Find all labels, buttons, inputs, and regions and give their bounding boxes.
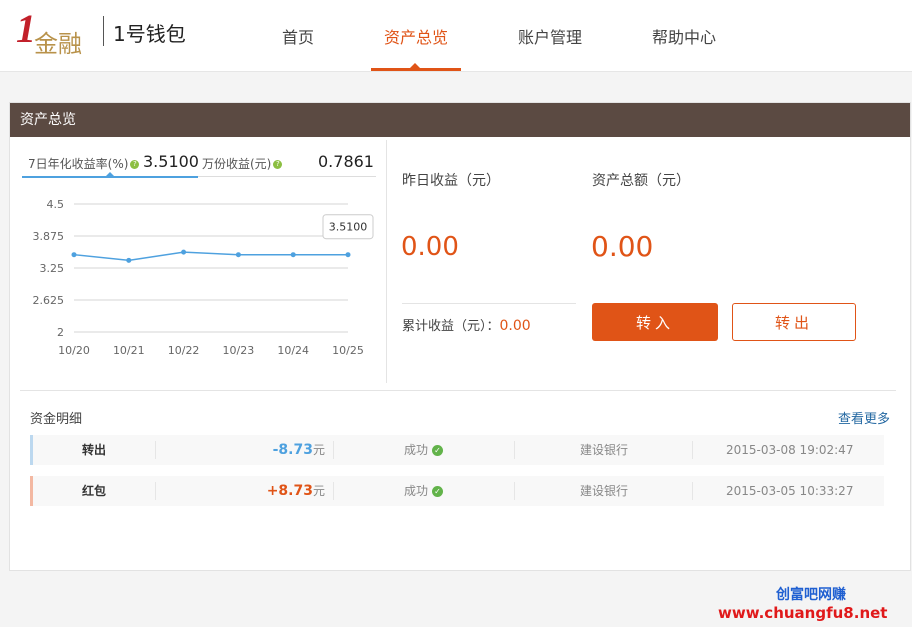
view-more-link[interactable]: 查看更多 <box>838 408 890 427</box>
10k-income-value: 0.7861 <box>318 152 374 171</box>
row-indicator <box>30 476 33 506</box>
row-amount-value: -8.73 <box>272 442 313 458</box>
transfer-in-button[interactable]: 转入 <box>592 303 718 341</box>
nav-active-caret <box>410 63 420 68</box>
help-icon[interactable]: ? <box>273 160 283 169</box>
row-amount: +8.73元 <box>230 476 325 506</box>
cell-divider <box>692 482 693 500</box>
y-tick-label: 3.25 <box>40 262 65 275</box>
check-icon: ✓ <box>432 486 444 497</box>
tab-active-caret <box>106 172 114 176</box>
row-amount-value: +8.73 <box>266 483 313 499</box>
yesterday-income-value: 0.00 <box>401 232 459 262</box>
data-point <box>235 252 241 258</box>
accumulated-income-value: 0.00 <box>499 318 531 334</box>
data-point <box>345 252 351 258</box>
table-row[interactable]: 红包 +8.73元 成功 ✓ 建设银行 2015-03-05 10:33:27 <box>30 476 884 506</box>
section-divider <box>20 390 896 391</box>
data-point <box>290 252 296 258</box>
row-status: 成功 ✓ <box>404 476 444 506</box>
tab-7day-yield[interactable]: 7日年化收益率(%)? <box>28 155 140 172</box>
panel-title: 资产总览 <box>10 103 910 137</box>
check-icon: ✓ <box>432 445 444 456</box>
row-type: 转出 <box>82 443 107 457</box>
x-tick-label: 10/23 <box>223 344 255 357</box>
accumulated-income: 累计收益（元）：0.00 <box>402 315 531 334</box>
row-status-text: 成功 <box>404 443 429 457</box>
7day-yield-value: 3.5100 <box>143 152 199 171</box>
row-indicator <box>30 435 33 465</box>
row-amount-unit: 元 <box>312 484 325 498</box>
row-status-text: 成功 <box>404 484 429 498</box>
x-tick-label: 10/24 <box>277 344 309 357</box>
nav-home[interactable]: 首页 <box>263 0 333 71</box>
svg-text:金融: 金融 <box>34 30 82 58</box>
row-bank: 建设银行 <box>580 484 629 498</box>
nav-active-underline <box>371 68 461 71</box>
tab-10k-income[interactable]: 万份收益(元)? <box>202 155 283 172</box>
fund-details-title: 资金明细 <box>30 412 83 427</box>
x-tick-label: 10/22 <box>168 344 200 357</box>
data-point <box>181 249 187 255</box>
vertical-divider <box>386 140 387 383</box>
watermark-url: www.chuangfu8.net <box>718 604 888 622</box>
top-header: 1 金融 1号钱包 首页 资产总览 账户管理 帮助中心 <box>0 0 912 72</box>
x-tick-label: 10/25 <box>332 344 364 357</box>
row-amount-unit: 元 <box>312 443 325 457</box>
transfer-out-button[interactable]: 转出 <box>732 303 856 341</box>
total-assets-label: 资产总额（元） <box>592 173 690 189</box>
total-assets-value: 0.00 <box>591 230 654 263</box>
row-time: 2015-03-05 10:33:27 <box>726 484 854 498</box>
accumulated-income-label: 累计收益（元）： <box>402 319 500 334</box>
tooltip-text: 3.5100 <box>329 221 368 234</box>
yesterday-income-label: 昨日收益（元） <box>402 173 500 189</box>
cell-divider <box>333 441 334 459</box>
cell-divider <box>514 482 515 500</box>
nav-help[interactable]: 帮助中心 <box>639 0 729 71</box>
tab-10k-income-label: 万份收益(元) <box>202 157 272 171</box>
x-tick-label: 10/20 <box>58 344 90 357</box>
data-point <box>71 252 77 258</box>
cell-divider <box>155 482 156 500</box>
y-tick-label: 3.875 <box>33 230 65 243</box>
logo[interactable]: 1 金融 <box>16 6 92 58</box>
row-bank: 建设银行 <box>580 443 629 457</box>
x-tick-label: 10/21 <box>113 344 145 357</box>
y-tick-label: 2.625 <box>33 294 65 307</box>
svg-text:1: 1 <box>16 6 36 51</box>
yield-line-chart: 4.5 3.875 3.25 2.625 2 10/20 10/21 10/22 10/23 10… <box>33 198 374 357</box>
logo-divider <box>103 16 104 46</box>
nav-asset-overview[interactable]: 资产总览 <box>371 0 461 71</box>
row-type: 红包 <box>82 484 107 498</box>
watermark-title: 创富吧网赚 <box>776 587 846 603</box>
tab-active-underline <box>22 176 198 178</box>
series-line <box>73 251 348 262</box>
table-row[interactable]: 转出 -8.73元 成功 ✓ 建设银行 2015-03-08 19:02:47 <box>30 435 884 465</box>
stats-divider <box>402 303 576 304</box>
y-tick-label: 2 <box>57 326 64 339</box>
row-amount: -8.73元 <box>230 435 325 465</box>
nav-account[interactable]: 账户管理 <box>505 0 595 71</box>
data-point <box>126 257 132 263</box>
y-tick-label: 4.5 <box>47 198 65 211</box>
help-icon[interactable]: ? <box>130 160 140 169</box>
cell-divider <box>333 482 334 500</box>
tab-7day-yield-label: 7日年化收益率(%) <box>28 157 129 171</box>
cell-divider <box>692 441 693 459</box>
row-status: 成功 ✓ <box>404 435 444 465</box>
cell-divider <box>155 441 156 459</box>
cell-divider <box>514 441 515 459</box>
row-time: 2015-03-08 19:02:47 <box>726 443 854 457</box>
brand-name: 1号钱包 <box>113 22 186 46</box>
